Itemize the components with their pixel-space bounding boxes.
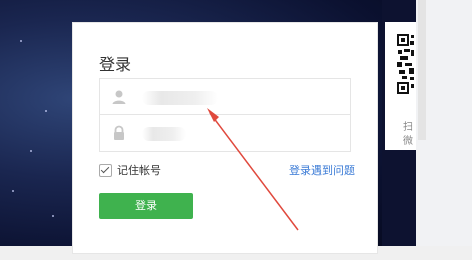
star [30,150,32,152]
star [52,215,54,217]
password-value-redacted [142,127,186,141]
login-page: 登录 记住帐号 登录遇到问题 登录 扫 微 [0,0,472,260]
qr-caption-1: 扫 [403,122,413,133]
scrollbar[interactable] [418,0,426,140]
username-value-redacted [142,91,218,105]
lock-icon [114,125,124,140]
login-card: 登录 记住帐号 登录遇到问题 登录 [72,22,378,254]
card-title: 登录 [99,55,132,74]
remember-label: 记住帐号 [117,164,161,177]
login-help-link[interactable]: 登录遇到问题 [289,162,355,178]
qr-panel: 扫 微 [385,22,416,150]
star [45,110,47,112]
login-button[interactable]: 登录 [99,193,193,219]
password-field[interactable] [99,114,351,152]
user-icon [112,90,126,104]
username-field[interactable] [99,78,351,116]
remember-checkbox[interactable] [99,163,112,177]
qr-caption-2: 微 [403,136,413,147]
qr-code-icon [396,32,416,114]
remember-account[interactable]: 记住帐号 [99,162,161,178]
star [20,40,22,42]
star [12,190,14,192]
